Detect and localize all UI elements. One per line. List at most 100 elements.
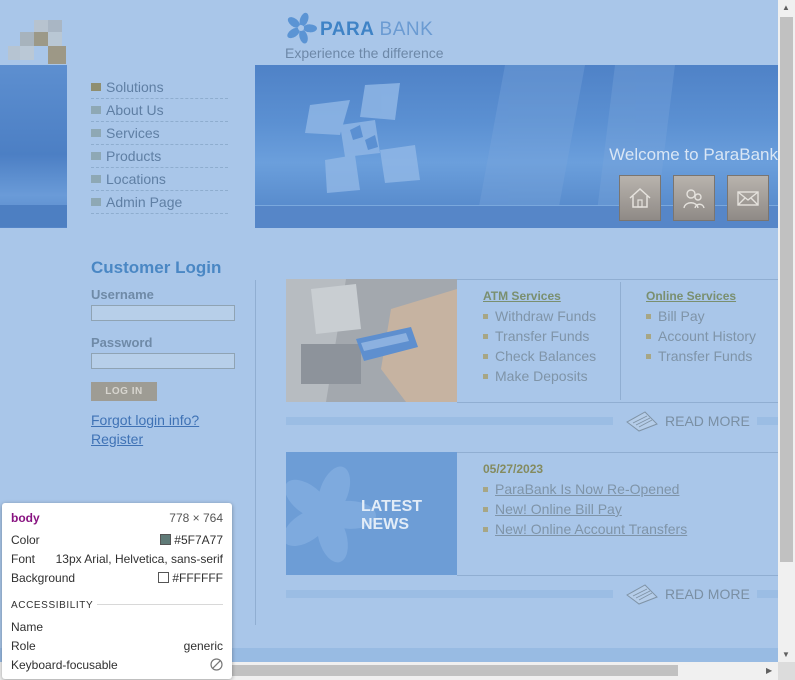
tooltip-role-label: Role bbox=[11, 639, 36, 653]
brand-logo[interactable]: PARA BANK Experience the difference bbox=[285, 12, 505, 68]
read-more-icon bbox=[626, 584, 658, 605]
hero-banner: Welcome to ParaBank bbox=[255, 65, 778, 228]
online-service-item[interactable]: Account History bbox=[646, 328, 756, 344]
mail-icon bbox=[737, 191, 759, 206]
bullet-icon bbox=[91, 129, 101, 137]
contact-people-icon bbox=[683, 189, 705, 209]
nav-label: Admin Page bbox=[106, 194, 183, 210]
tooltip-color-label: Color bbox=[11, 533, 40, 547]
register-link[interactable]: Register bbox=[91, 431, 143, 447]
tooltip-focus-label: Keyboard-focusable bbox=[11, 658, 118, 672]
nav-item-products[interactable]: Products bbox=[91, 145, 228, 168]
nav-item-solutions[interactable]: Solutions bbox=[91, 76, 228, 99]
atm-service-item[interactable]: Check Balances bbox=[483, 348, 596, 364]
logo-squares-icon bbox=[8, 18, 68, 66]
vertical-scrollbar[interactable]: ▲ ▼ bbox=[778, 0, 795, 662]
news-item[interactable]: New! Online Account Transfers bbox=[483, 521, 687, 537]
bullet-icon bbox=[91, 106, 101, 114]
tooltip-font-value: 13px Arial, Helvetica, sans-serif bbox=[55, 552, 223, 566]
online-service-label: Bill Pay bbox=[658, 308, 705, 324]
home-icon bbox=[629, 187, 651, 208]
news-read-more[interactable]: READ MORE bbox=[625, 582, 750, 606]
atm-service-label: Withdraw Funds bbox=[495, 308, 597, 324]
scroll-right-icon[interactable]: ▶ bbox=[766, 666, 772, 675]
brand-name: PARA BANK bbox=[320, 19, 433, 41]
read-more-label: READ MORE bbox=[665, 413, 750, 429]
mail-button[interactable] bbox=[727, 175, 769, 221]
vertical-scroll-thumb[interactable] bbox=[780, 17, 793, 562]
tooltip-background-value-wrap: #FFFFFF bbox=[158, 571, 223, 585]
online-service-label: Account History bbox=[658, 328, 757, 344]
username-input[interactable] bbox=[91, 305, 235, 321]
latest-news-image: LATEST NEWS bbox=[286, 452, 457, 575]
news-item-link[interactable]: New! Online Bill Pay bbox=[495, 501, 622, 517]
bullet-icon bbox=[483, 373, 488, 379]
nav-item-services[interactable]: Services bbox=[91, 122, 228, 145]
atm-service-label: Check Balances bbox=[495, 348, 597, 364]
login-button[interactable]: LOG IN bbox=[91, 382, 157, 401]
username-label: Username bbox=[91, 287, 154, 302]
readmore-bar bbox=[286, 417, 613, 425]
news-label-line2: NEWS bbox=[361, 516, 409, 533]
tooltip-role-value: generic bbox=[183, 639, 223, 653]
news-item[interactable]: New! Online Bill Pay bbox=[483, 501, 622, 517]
readmore-bar-end bbox=[757, 590, 778, 598]
tooltip-background-label: Background bbox=[11, 571, 76, 585]
password-input[interactable] bbox=[91, 353, 235, 369]
not-allowed-icon bbox=[210, 658, 223, 671]
bullet-icon bbox=[483, 353, 488, 359]
atm-service-item[interactable]: Make Deposits bbox=[483, 368, 588, 384]
atm-service-item[interactable]: Transfer Funds bbox=[483, 328, 589, 344]
scroll-up-icon[interactable]: ▲ bbox=[782, 3, 790, 12]
nav-item-about-us[interactable]: About Us bbox=[91, 99, 228, 122]
online-services-heading[interactable]: Online Services bbox=[646, 289, 736, 303]
news-label-line1: LATEST bbox=[361, 498, 423, 515]
brand-name-light: BANK bbox=[379, 19, 434, 40]
bullet-icon bbox=[483, 506, 488, 512]
password-label: Password bbox=[91, 335, 153, 350]
customer-login-title: Customer Login bbox=[91, 258, 222, 277]
nav-label: Solutions bbox=[106, 79, 164, 95]
tooltip-color-value: #5F7A77 bbox=[174, 533, 223, 547]
tooltip-font-label: Font bbox=[11, 552, 36, 566]
forgot-login-link[interactable]: Forgot login info? bbox=[91, 412, 199, 428]
tooltip-tag: body bbox=[11, 511, 40, 525]
atm-card-image-icon bbox=[286, 279, 457, 402]
bullet-icon bbox=[483, 333, 488, 339]
bullet-icon bbox=[646, 313, 651, 319]
online-service-item[interactable]: Bill Pay bbox=[646, 308, 705, 324]
atm-photo bbox=[286, 279, 457, 402]
read-more-icon bbox=[626, 411, 658, 432]
online-service-item[interactable]: Transfer Funds bbox=[646, 348, 752, 364]
atm-service-item[interactable]: Withdraw Funds bbox=[483, 308, 596, 324]
nav-item-admin-page[interactable]: Admin Page bbox=[91, 191, 228, 214]
tooltip-size: 778 × 764 bbox=[169, 511, 223, 525]
news-item-link[interactable]: New! Online Account Transfers bbox=[495, 521, 687, 537]
readmore-bar bbox=[286, 590, 613, 598]
read-more-label: READ MORE bbox=[665, 586, 750, 602]
news-item[interactable]: ParaBank Is Now Re-Opened bbox=[483, 481, 679, 497]
latest-news-label: LATEST NEWS bbox=[361, 498, 422, 534]
brand-name-bold: PARA bbox=[320, 19, 374, 40]
scroll-down-icon[interactable]: ▼ bbox=[782, 650, 790, 659]
devtools-inspect-tooltip: body 778 × 764 Color #5F7A77 Font 13px A… bbox=[2, 503, 232, 679]
nav-item-locations[interactable]: Locations bbox=[91, 168, 228, 191]
bullet-icon bbox=[483, 486, 488, 492]
bullet-icon bbox=[91, 83, 101, 91]
atm-service-label: Make Deposits bbox=[495, 368, 588, 384]
services-read-more[interactable]: READ MORE bbox=[625, 409, 750, 433]
welcome-text: Welcome to ParaBank bbox=[609, 145, 778, 164]
atm-services-heading[interactable]: ATM Services bbox=[483, 289, 561, 303]
bullet-icon bbox=[91, 175, 101, 183]
parabank-flower-icon bbox=[287, 12, 317, 44]
main-nav: Solutions About Us Services Products Loc… bbox=[91, 76, 228, 214]
bullet-icon bbox=[483, 526, 488, 532]
news-item-link[interactable]: ParaBank Is Now Re-Opened bbox=[495, 481, 679, 497]
bullet-icon bbox=[646, 353, 651, 359]
color-swatch-icon bbox=[158, 572, 170, 583]
home-button[interactable] bbox=[619, 175, 661, 221]
tooltip-color-value-wrap: #5F7A77 bbox=[160, 533, 223, 547]
contact-button[interactable] bbox=[673, 175, 715, 221]
bullet-icon bbox=[483, 313, 488, 319]
bullet-icon bbox=[91, 152, 101, 160]
